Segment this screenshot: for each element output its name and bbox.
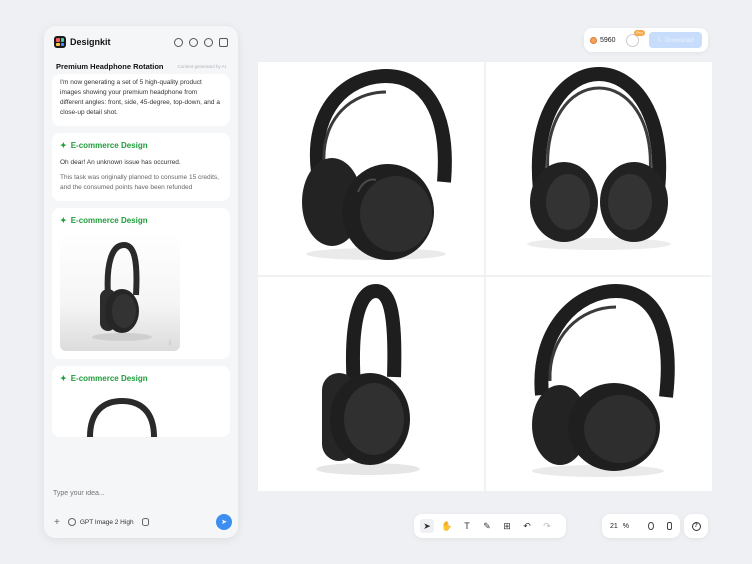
- download-button[interactable]: ⇩ Download: [648, 32, 702, 48]
- generated-image-angle[interactable]: [486, 277, 712, 491]
- app-name: Designkit: [70, 37, 111, 47]
- model-selector[interactable]: GPT Image 2 High: [80, 519, 134, 526]
- task-card-result-2: ✦ E-commerce Design: [52, 366, 230, 437]
- task-card-result: ✦ E-commerce Design ⇩: [52, 208, 230, 359]
- help-icon: ?: [691, 521, 701, 531]
- project-header: Premium Headphone Rotation Content gener…: [44, 58, 238, 74]
- zoom-value[interactable]: 21: [610, 523, 618, 530]
- help-button[interactable]: ?: [684, 514, 708, 538]
- task-card-title: ✦ E-commerce Design: [60, 374, 222, 383]
- redo-icon[interactable]: ↷: [542, 521, 552, 531]
- task-card-title: ✦ E-commerce Design: [60, 141, 222, 150]
- layers-icon[interactable]: [666, 522, 672, 530]
- intro-message-text: I'm now generating a set of 5 high-quali…: [60, 79, 220, 116]
- generated-image-side[interactable]: [258, 277, 484, 491]
- send-button[interactable]: ➤: [216, 514, 232, 530]
- zoom-unit: %: [622, 522, 630, 530]
- add-chat-icon[interactable]: [174, 37, 183, 47]
- credits-count: 5960: [600, 36, 616, 44]
- avatar[interactable]: Pro: [625, 29, 645, 47]
- project-title: Premium Headphone Rotation: [56, 61, 164, 71]
- generated-image-top-down[interactable]: [486, 62, 712, 276]
- download-label: Download: [665, 36, 694, 44]
- fit-screen-icon[interactable]: [648, 522, 654, 530]
- credits-coin-icon: [590, 36, 597, 44]
- sidebar-toggle-icon[interactable]: [219, 37, 228, 47]
- model-icon: [67, 518, 76, 526]
- download-icon[interactable]: ⇩: [167, 339, 175, 347]
- task-card-title-text: E-commerce Design: [70, 216, 148, 225]
- magic-wand-icon: ✦: [60, 216, 67, 225]
- task-card-title: ✦ E-commerce Design: [60, 216, 222, 225]
- select-tool-icon[interactable]: ➤: [420, 519, 434, 533]
- magic-wand-icon: ✦: [60, 141, 67, 150]
- task-card-title-text: E-commerce Design: [70, 141, 148, 150]
- chat-thread[interactable]: I'm now generating a set of 5 high-quali…: [52, 74, 230, 482]
- result-thumbnail[interactable]: [60, 391, 180, 437]
- error-message: Oh dear! An unknown issue has occurred.: [60, 159, 181, 166]
- plus-icon[interactable]: +: [54, 517, 60, 528]
- grid-divider: [258, 275, 710, 277]
- composer-toolbar: + GPT Image 2 High ➤: [54, 512, 232, 532]
- refund-message: This task was originally planned to cons…: [60, 174, 219, 191]
- app-logo-icon: [54, 36, 66, 48]
- task-card-error: ✦ E-commerce Design Oh dear! An unknown …: [52, 133, 230, 201]
- result-thumbnail[interactable]: ⇩: [60, 233, 180, 351]
- task-card-title-text: E-commerce Design: [70, 374, 148, 383]
- text-tool-icon[interactable]: T: [462, 521, 472, 531]
- account-bar: 5960 Pro ⇩ Download: [584, 28, 708, 52]
- database-icon[interactable]: [141, 518, 149, 526]
- zoom-control: 21 %: [602, 514, 680, 538]
- ai-generated-note: Content generated by AI: [177, 63, 226, 69]
- assistant-message: I'm now generating a set of 5 high-quali…: [52, 74, 230, 126]
- undo-icon[interactable]: ↶: [522, 521, 532, 531]
- prompt-input[interactable]: [53, 490, 223, 497]
- image-canvas[interactable]: [258, 62, 712, 491]
- panel-header: Designkit: [44, 26, 238, 58]
- generated-image-three-quarter[interactable]: [258, 62, 484, 276]
- history-icon[interactable]: [189, 37, 198, 47]
- pro-badge: Pro: [634, 29, 645, 36]
- chat-panel: Designkit Premium Headphone Rotation Con…: [44, 26, 238, 538]
- refresh-icon[interactable]: [204, 37, 213, 47]
- header-actions: [174, 37, 228, 47]
- insert-tool-icon[interactable]: ⊞: [502, 521, 512, 531]
- magic-wand-icon: ✦: [60, 374, 67, 383]
- canvas-toolbar: ➤ ✋ T ✎ ⊞ ↶ ↷: [414, 514, 566, 538]
- download-icon: ⇩: [656, 37, 663, 44]
- brush-tool-icon[interactable]: ✎: [482, 521, 492, 531]
- hand-tool-icon[interactable]: ✋: [441, 521, 452, 531]
